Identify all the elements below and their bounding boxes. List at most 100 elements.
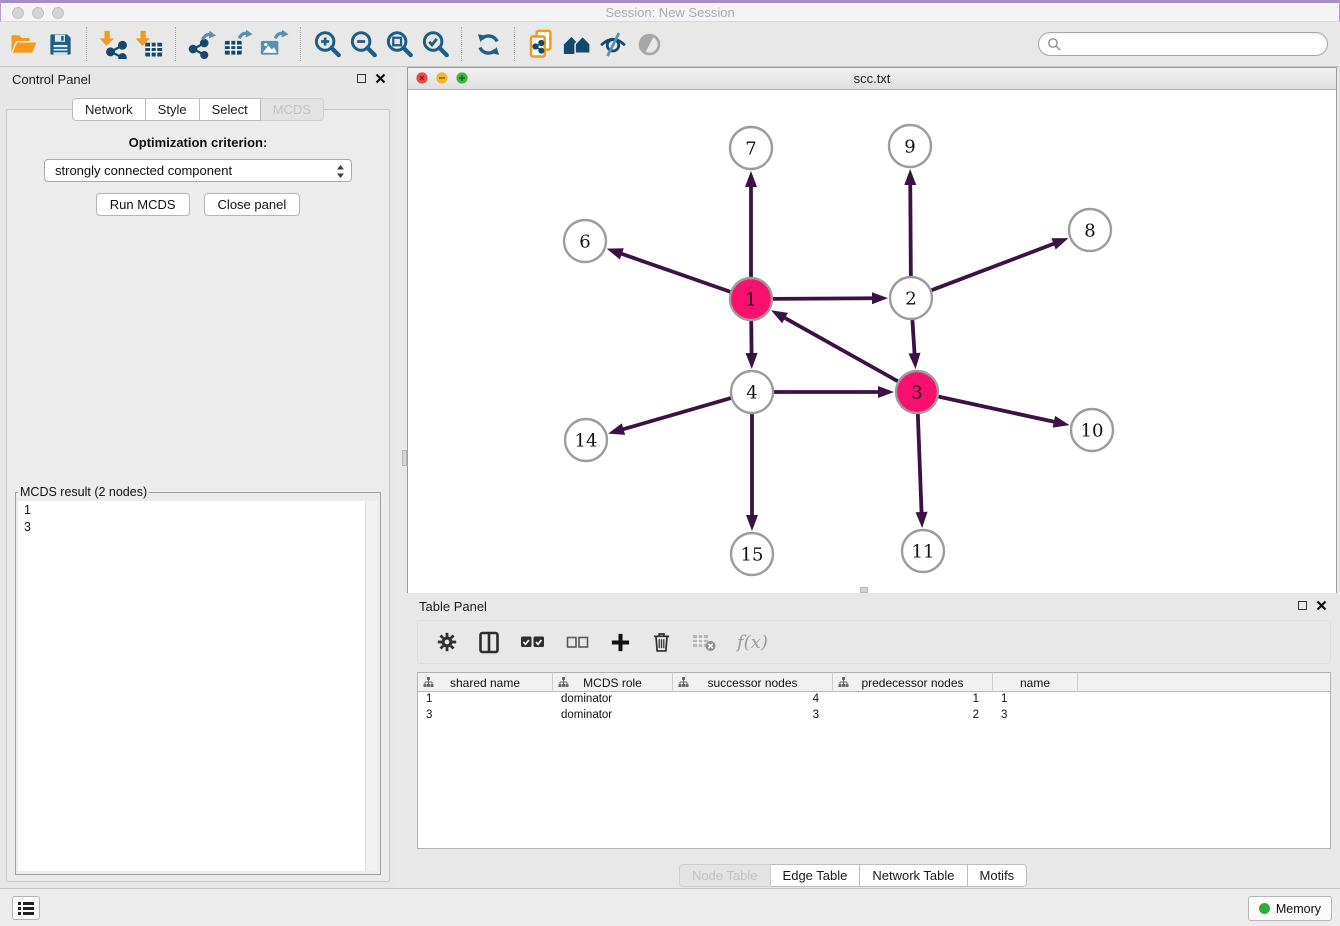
- window-title: Session: New Session: [1, 3, 1339, 22]
- delete-column-button[interactable]: [652, 631, 671, 653]
- close-panel-button[interactable]: Close panel: [204, 193, 301, 216]
- tab-network-table[interactable]: Network Table: [860, 864, 967, 887]
- table-row[interactable]: 1dominator411: [418, 692, 1330, 708]
- tab-network[interactable]: Network: [72, 98, 146, 121]
- float-panel-icon[interactable]: [357, 74, 366, 83]
- graph-edge-1-6[interactable]: [620, 253, 730, 292]
- arrowhead-icon: [746, 353, 758, 369]
- task-history-button[interactable]: [12, 896, 40, 920]
- cell-predecessor-nodes[interactable]: 2: [833, 708, 993, 724]
- cell-name[interactable]: 1: [993, 692, 1078, 708]
- optimization-criterion-select[interactable]: strongly connected component: [44, 159, 352, 182]
- graph-edge-3-1[interactable]: [783, 317, 898, 381]
- arrowhead-icon: [878, 386, 894, 398]
- plus-icon: [610, 632, 631, 653]
- column-header-label: successor nodes: [707, 676, 797, 690]
- network-window-titlebar[interactable]: scc.txt: [408, 68, 1336, 90]
- tab-node-table[interactable]: Node Table: [679, 864, 771, 887]
- node-table: shared name MCDS role successor nodes prede…: [417, 672, 1331, 849]
- tab-select[interactable]: Select: [200, 98, 261, 121]
- zoom-fit-button[interactable]: [381, 25, 417, 63]
- graph-node-label: 15: [741, 544, 764, 565]
- splitter-grip[interactable]: [402, 450, 407, 466]
- tab-edge-table[interactable]: Edge Table: [771, 864, 861, 887]
- cell-MCDS-role[interactable]: dominator: [553, 692, 673, 708]
- zoom-in-button[interactable]: [309, 25, 345, 63]
- mcds-result-item[interactable]: 1: [24, 502, 365, 519]
- import-table-button[interactable]: [131, 25, 167, 63]
- column-header-label: name: [1020, 676, 1050, 690]
- table-row[interactable]: 3dominator323: [418, 708, 1330, 724]
- float-panel-icon[interactable]: [1298, 601, 1307, 610]
- close-panel-icon[interactable]: [375, 73, 386, 84]
- graph-edge-1-2[interactable]: [773, 298, 874, 299]
- delete-table-button[interactable]: [692, 632, 716, 652]
- save-session-button[interactable]: [42, 25, 78, 63]
- export-table-button[interactable]: [220, 25, 256, 63]
- column-header-name[interactable]: name: [993, 673, 1078, 692]
- import-network-icon: [98, 29, 128, 59]
- network-canvas[interactable]: 7968124314101511: [408, 90, 1336, 593]
- delete-table-icon: [692, 632, 716, 652]
- search-box[interactable]: [1038, 32, 1328, 56]
- presentation-mode-button[interactable]: [631, 25, 667, 63]
- select-all-columns-button[interactable]: [520, 635, 545, 649]
- add-column-button[interactable]: [610, 632, 631, 653]
- graph-edge-3-11[interactable]: [918, 414, 922, 514]
- show-all-panels-button[interactable]: [559, 25, 595, 63]
- cell-predecessor-nodes[interactable]: 1: [833, 692, 993, 708]
- close-panel-icon[interactable]: [1316, 600, 1327, 611]
- optimization-criterion-label: Optimization criterion:: [7, 135, 389, 150]
- export-image-button[interactable]: [256, 25, 292, 63]
- control-panel: Control Panel NetworkStyleSelectMCDS Opt…: [0, 67, 396, 888]
- hide-panels-button[interactable]: [595, 25, 631, 63]
- tab-mcds[interactable]: MCDS: [261, 98, 324, 121]
- tab-style[interactable]: Style: [146, 98, 200, 121]
- mcds-result-list[interactable]: 13: [18, 501, 365, 871]
- function-builder-button[interactable]: f(x): [737, 632, 768, 653]
- graph-node-label: 1: [745, 289, 756, 310]
- graph-edge-2-8[interactable]: [932, 243, 1056, 290]
- cell-name[interactable]: 3: [993, 708, 1078, 724]
- table-panel-title: Table Panel: [419, 599, 487, 614]
- run-mcds-button[interactable]: Run MCDS: [96, 193, 190, 216]
- cell-shared-name[interactable]: 3: [418, 708, 553, 724]
- column-header-MCDS-role[interactable]: MCDS role: [553, 673, 673, 692]
- apply-layout-button[interactable]: [470, 25, 506, 63]
- mcds-result-item[interactable]: 3: [24, 519, 365, 536]
- arrowhead-icon: [746, 515, 758, 531]
- network-graph[interactable]: 7968124314101511: [408, 90, 1336, 593]
- tab-motifs[interactable]: Motifs: [968, 864, 1028, 887]
- hierarchy-icon: [423, 677, 434, 691]
- graph-edge-3-10[interactable]: [938, 397, 1055, 422]
- cell-MCDS-role[interactable]: dominator: [553, 708, 673, 724]
- export-network-button[interactable]: [184, 25, 220, 63]
- open-session-button[interactable]: [6, 25, 42, 63]
- splitter-grip[interactable]: [860, 587, 868, 593]
- graph-edge-4-14[interactable]: [622, 398, 731, 430]
- unselect-all-columns-button[interactable]: [566, 636, 589, 649]
- split-view-button[interactable]: [479, 631, 499, 654]
- column-header-label: MCDS role: [583, 676, 642, 690]
- column-header-predecessor-nodes[interactable]: predecessor nodes: [833, 673, 993, 692]
- clone-network-button[interactable]: [523, 25, 559, 63]
- graph-edge-2-9[interactable]: [910, 183, 911, 276]
- cell-successor-nodes[interactable]: 3: [673, 708, 833, 724]
- column-header-shared-name[interactable]: shared name: [418, 673, 553, 692]
- search-input[interactable]: [1061, 35, 1327, 53]
- import-network-button[interactable]: [95, 25, 131, 63]
- cell-successor-nodes[interactable]: 4: [673, 692, 833, 708]
- mcds-result-scrollbar[interactable]: [365, 501, 378, 871]
- mcds-result-title: MCDS result (2 nodes): [18, 485, 149, 499]
- column-header-successor-nodes[interactable]: successor nodes: [673, 673, 833, 692]
- zoom-out-button[interactable]: [345, 25, 381, 63]
- split-columns-icon: [479, 631, 499, 654]
- window-titlebar: Session: New Session: [0, 0, 1340, 22]
- zoom-selected-button[interactable]: [417, 25, 453, 63]
- column-settings-button[interactable]: [436, 631, 458, 653]
- cell-shared-name[interactable]: 1: [418, 692, 553, 708]
- checked-boxes-icon: [520, 635, 545, 649]
- memory-button[interactable]: Memory: [1248, 896, 1332, 921]
- hierarchy-icon: [838, 677, 849, 691]
- graph-edge-2-3[interactable]: [912, 320, 914, 355]
